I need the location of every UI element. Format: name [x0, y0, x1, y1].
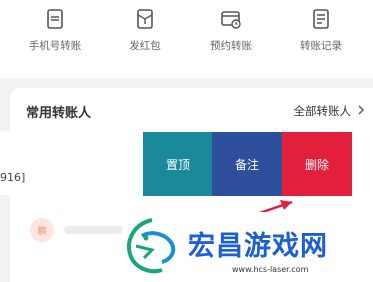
all-payees-link[interactable]: 全部转账人: [294, 103, 352, 119]
payee-account-fragment: 916]: [0, 171, 26, 184]
scheduled-transfer-label: 预约转账: [210, 40, 252, 52]
transfer-records-button[interactable]: 转账记录: [276, 0, 366, 70]
frequent-payees-title: 常用转账人: [26, 106, 92, 121]
watermark-title: 宏昌游戏网: [188, 231, 328, 262]
red-packet-icon: [137, 9, 153, 29]
payee-name-blurred: [64, 226, 124, 234]
quick-actions-card: 手机号转账 发红包 预约转账 转账记录: [0, 0, 373, 78]
scheduled-transfer-button[interactable]: 预约转账: [186, 0, 276, 70]
avatar: 鹏: [30, 218, 54, 242]
transfer-records-label: 转账记录: [300, 40, 342, 52]
phone-transfer-icon: [47, 9, 63, 29]
transfer-records-icon: [313, 9, 329, 29]
phone-transfer-label: 手机号转账: [28, 40, 82, 52]
phone-transfer-button[interactable]: 手机号转账: [10, 0, 100, 70]
scheduled-transfer-icon: [221, 11, 241, 29]
red-packet-label: 发红包: [129, 40, 161, 52]
chevron-right-icon[interactable]: [357, 105, 365, 115]
red-packet-button[interactable]: 发红包: [100, 0, 190, 70]
watermark-url: www.hcs-laser.com: [232, 265, 309, 274]
dragon-logo-icon: [127, 218, 176, 274]
